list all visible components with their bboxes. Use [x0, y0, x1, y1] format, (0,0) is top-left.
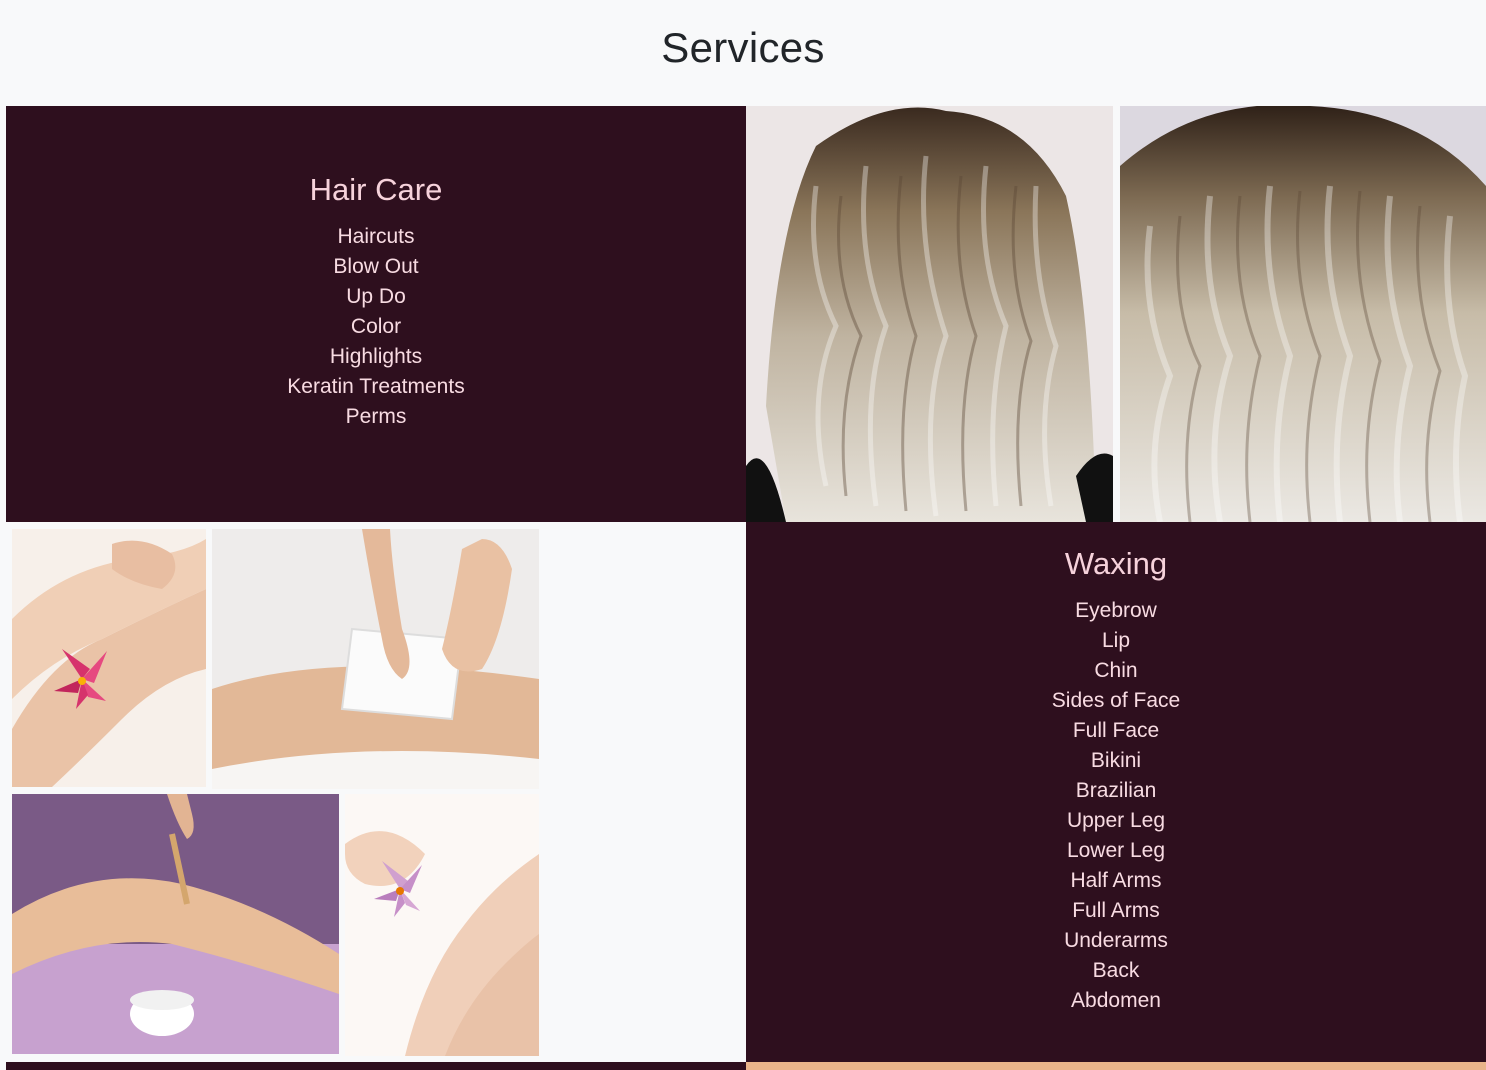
waxing-heading: Waxing	[1064, 546, 1168, 581]
waxing-panel: Waxing Eyebrow Lip Chin Sides of Face Fu…	[746, 522, 1486, 1062]
list-item: Keratin Treatments	[287, 375, 465, 398]
list-item: Haircuts	[337, 225, 415, 248]
list-item: Full Face	[1072, 719, 1160, 742]
hair-care-list: Haircuts Blow Out Up Do Color Highlights…	[6, 222, 746, 432]
list-item: Full Arms	[1072, 899, 1160, 922]
wax-photo-legs-lily	[12, 529, 206, 787]
next-section-photo-edge	[746, 1062, 1486, 1070]
list-item: Sides of Face	[1051, 689, 1181, 712]
hair-photo-balayage-closeup	[1120, 106, 1486, 522]
wax-photo-spatula-leg	[12, 794, 339, 1054]
list-item: Highlights	[329, 345, 423, 368]
hair-care-heading: Hair Care	[309, 172, 443, 207]
list-item: Lip	[1101, 629, 1131, 652]
waxing-list: Eyebrow Lip Chin Sides of Face Full Face…	[746, 596, 1486, 1016]
list-item: Lower Leg	[1066, 839, 1166, 862]
list-item: Half Arms	[1070, 869, 1162, 892]
list-item: Upper Leg	[1066, 809, 1166, 832]
list-item: Up Do	[346, 285, 406, 308]
hair-care-panel: Hair Care Haircuts Blow Out Up Do Color …	[6, 106, 746, 522]
page-header: Services	[0, 0, 1486, 106]
hair-photo-balayage-back	[746, 106, 1113, 522]
list-item: Eyebrow	[1075, 599, 1157, 622]
list-item: Bikini	[1090, 749, 1142, 772]
wax-photo-legs-pink-lily	[345, 794, 539, 1056]
list-item: Underarms	[1064, 929, 1168, 952]
list-item: Back	[1092, 959, 1140, 982]
page-title: Services	[661, 24, 825, 71]
wax-photo-strip-application	[212, 529, 539, 789]
next-section-panel-edge	[6, 1062, 746, 1070]
list-item: Perms	[345, 405, 407, 428]
list-item: Chin	[1094, 659, 1138, 682]
list-item: Blow Out	[333, 255, 419, 278]
list-item: Abdomen	[1071, 989, 1161, 1012]
list-item: Color	[350, 315, 402, 338]
list-item: Brazilian	[1075, 779, 1157, 802]
